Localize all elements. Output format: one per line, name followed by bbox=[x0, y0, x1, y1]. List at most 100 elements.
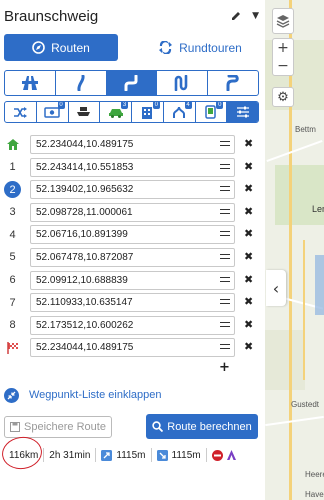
zoom-in-button[interactable]: + bbox=[277, 39, 289, 57]
title-row: Braunschweig ▼ bbox=[4, 6, 259, 26]
home-icon bbox=[4, 136, 21, 153]
waypoint-input[interactable]: 52.243414,10.551853 bbox=[30, 157, 235, 177]
delete-icon[interactable]: ✖ bbox=[244, 295, 253, 308]
calculate-route-button[interactable]: Route berechnen bbox=[146, 414, 258, 439]
delete-icon[interactable]: ✖ bbox=[244, 182, 253, 195]
sliders-icon bbox=[236, 106, 249, 118]
ferry-icon bbox=[77, 107, 91, 116]
waypoint-number: 8 bbox=[9, 319, 16, 332]
waypoint-input[interactable]: 52.09912,10.688839 bbox=[30, 270, 235, 290]
waypoint-input[interactable]: 52.06716,10.891399 bbox=[30, 225, 235, 245]
caret-down-icon[interactable]: ▼ bbox=[252, 11, 259, 21]
collapse-waypoints-row[interactable]: Wegpunkt-Liste einklappen bbox=[4, 386, 162, 404]
waypoint-number: 1 bbox=[9, 161, 16, 174]
route-type-winding[interactable] bbox=[106, 71, 158, 95]
map-road bbox=[303, 240, 305, 380]
avoid-option-shuffle[interactable] bbox=[5, 102, 37, 122]
drag-handle-icon[interactable] bbox=[220, 321, 230, 327]
descent-value: 1115m bbox=[171, 449, 201, 461]
waypoint-input[interactable]: 52.139402,10.965632 bbox=[30, 180, 235, 200]
drag-handle-icon[interactable] bbox=[220, 344, 230, 350]
waypoint-row: 5 52.067478,10.872087 ✖ bbox=[0, 247, 265, 270]
layers-button[interactable] bbox=[272, 8, 294, 34]
waypoint-row: 1 52.243414,10.551853 ✖ bbox=[0, 157, 265, 180]
panel-toggle-handle[interactable]: ‹ bbox=[266, 270, 286, 306]
waypoint-input[interactable]: 52.234044,10.489175 bbox=[30, 135, 235, 154]
no-entry-icon bbox=[211, 449, 223, 461]
waypoint-input[interactable]: 52.234044,10.489175 bbox=[30, 338, 235, 358]
avoid-badge: 0 bbox=[216, 102, 224, 109]
waypoint-input[interactable]: 52.067478,10.872087 bbox=[30, 247, 235, 267]
avoid-option-settings[interactable] bbox=[227, 102, 258, 122]
mode-routen-label: Routen bbox=[51, 40, 90, 55]
drag-handle-icon[interactable] bbox=[220, 163, 230, 169]
delete-icon[interactable]: ✖ bbox=[244, 273, 253, 286]
avoid-option-ferry[interactable] bbox=[69, 102, 101, 122]
map-road bbox=[265, 415, 324, 427]
waypoint-input[interactable]: 52.098728,11.000061 bbox=[30, 202, 235, 222]
calculate-route-label: Route berechnen bbox=[167, 420, 252, 433]
waypoint-input[interactable]: 52.173512,10.600262 bbox=[30, 315, 235, 335]
phone-icon bbox=[205, 105, 217, 119]
waypoint-number: 5 bbox=[9, 251, 16, 264]
avoid-option-phone[interactable]: 0 bbox=[196, 102, 228, 122]
delete-icon[interactable]: ✖ bbox=[244, 205, 253, 218]
mode-rundtouren-label: Rundtouren bbox=[179, 40, 242, 55]
waypoint-row: 52.234044,10.489175 ✖ bbox=[0, 134, 265, 157]
compass-icon bbox=[32, 41, 45, 54]
pencil-icon[interactable] bbox=[230, 10, 242, 22]
stat-duration: 2h 31min bbox=[44, 448, 97, 462]
waypoint-row: 52.234044,10.489175 ✖ bbox=[0, 337, 265, 360]
drag-handle-icon[interactable] bbox=[220, 208, 230, 214]
delete-icon[interactable]: ✖ bbox=[244, 227, 253, 240]
building-icon bbox=[142, 106, 153, 119]
waypoint-row: 7 52.110933,10.635147 ✖ bbox=[0, 292, 265, 315]
chevron-left-icon: ‹ bbox=[272, 278, 280, 298]
drag-handle-icon[interactable] bbox=[220, 141, 230, 146]
delete-icon[interactable]: ✖ bbox=[244, 160, 253, 173]
merge-icon bbox=[173, 106, 186, 118]
map-field bbox=[265, 330, 305, 390]
save-route-button[interactable]: Speichere Route bbox=[4, 416, 112, 438]
delete-icon[interactable]: ✖ bbox=[244, 137, 253, 150]
highway-icon bbox=[21, 76, 38, 90]
delete-icon[interactable]: ✖ bbox=[244, 250, 253, 263]
add-waypoint-button[interactable]: + bbox=[219, 360, 230, 375]
map-label: Bettm bbox=[295, 125, 316, 134]
route-type-very-winding[interactable] bbox=[157, 71, 209, 95]
drag-handle-icon[interactable] bbox=[220, 299, 230, 305]
waypoint-number: 7 bbox=[9, 296, 16, 309]
map-label: Lenge bbox=[312, 204, 324, 214]
waypoint-number: 6 bbox=[9, 274, 16, 287]
mode-routen-button[interactable]: Routen bbox=[4, 34, 118, 61]
drag-handle-icon[interactable] bbox=[220, 276, 230, 282]
avoid-option-toll[interactable]: 0 bbox=[37, 102, 69, 122]
waypoint-input[interactable]: 52.110933,10.635147 bbox=[30, 293, 235, 313]
zoom-control: + − bbox=[272, 38, 294, 76]
delete-icon[interactable]: ✖ bbox=[244, 318, 253, 331]
route-type-highway[interactable] bbox=[5, 71, 56, 95]
avoid-option-merge[interactable]: 4 bbox=[164, 102, 196, 122]
route-type-extreme[interactable] bbox=[208, 71, 258, 95]
waypoint-number-selected: 2 bbox=[4, 181, 21, 199]
page-title: Braunschweig bbox=[4, 7, 99, 25]
ascent-value: 1115m bbox=[116, 449, 146, 461]
avoid-option-building[interactable]: 0 bbox=[132, 102, 164, 122]
drag-handle-icon[interactable] bbox=[220, 253, 230, 259]
road-curve-icon bbox=[77, 75, 85, 91]
road-very-winding-icon bbox=[174, 75, 188, 91]
floppy-disk-icon bbox=[10, 422, 21, 432]
waypoint-row: 2 52.139402,10.965632 ✖ bbox=[0, 179, 265, 202]
drag-handle-icon[interactable] bbox=[220, 186, 230, 192]
route-planner-panel: Braunschweig ▼ Routen Rundtouren 0 3 0 4… bbox=[0, 0, 265, 500]
road-extreme-curve-icon bbox=[226, 75, 239, 91]
settings-button[interactable]: ⚙ bbox=[272, 87, 294, 107]
route-type-curvy[interactable] bbox=[56, 71, 107, 95]
delete-icon[interactable]: ✖ bbox=[244, 340, 253, 353]
drag-handle-icon[interactable] bbox=[220, 231, 230, 237]
mode-rundtouren-button[interactable]: Rundtouren bbox=[140, 34, 260, 61]
waypoint-row: 6 52.09912,10.688839 ✖ bbox=[0, 270, 265, 293]
zoom-out-button[interactable]: − bbox=[277, 57, 289, 75]
avoid-option-car[interactable]: 3 bbox=[100, 102, 132, 122]
map-field bbox=[275, 165, 324, 225]
